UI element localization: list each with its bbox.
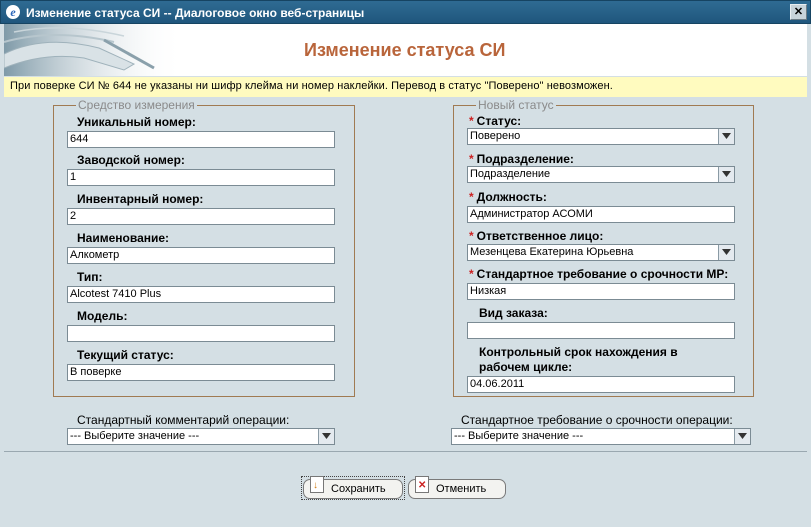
position-label: * Должность: — [469, 190, 547, 204]
save-doc-icon: ↓ — [310, 476, 324, 493]
division-label: * Подразделение: — [469, 152, 574, 166]
name-label: Наименование: — [77, 231, 170, 245]
close-button[interactable]: ✕ — [790, 4, 807, 20]
chevron-down-icon[interactable] — [718, 167, 734, 182]
warning-message: При поверке СИ № 644 не указаны ни шифр … — [4, 77, 807, 97]
comment-label: Стандартный комментарий операции: — [77, 413, 290, 427]
required-mark: * — [469, 190, 474, 204]
name-field[interactable]: Алкометр — [67, 247, 335, 264]
chevron-down-icon[interactable] — [734, 429, 750, 444]
unique-number-label: Уникальный номер: — [77, 115, 196, 129]
deadline-label-line1: Контрольный срок нахождения в — [479, 345, 678, 359]
urgency-label: * Стандартное требование о срочности МР: — [469, 267, 729, 281]
window-title: Изменение статуса СИ -- Диалоговое окно … — [26, 6, 365, 20]
current-status-field[interactable]: В поверке — [67, 364, 335, 381]
serial-number-label: Заводской номер: — [77, 153, 185, 167]
chevron-down-icon[interactable] — [718, 245, 734, 260]
comment-select[interactable]: --- Выберите значение --- — [67, 428, 335, 445]
model-field[interactable] — [67, 325, 335, 342]
inventory-number-field[interactable]: 2 — [67, 208, 335, 225]
responsible-select-value: Мезенцева Екатерина Юрьевна — [470, 246, 634, 258]
order-type-label: Вид заказа: — [479, 306, 548, 320]
cancel-button-label: Отменить — [436, 483, 487, 495]
page-title: Изменение статуса СИ — [304, 40, 506, 60]
chevron-down-icon[interactable] — [718, 129, 734, 144]
urgency-field[interactable]: Низкая — [467, 283, 735, 300]
op-urgency-label: Стандартное требование о срочности опера… — [461, 413, 733, 427]
division-select-value: Подразделение — [470, 168, 551, 180]
status-label: * Статус: — [469, 114, 522, 128]
unique-number-field[interactable]: 644 — [67, 131, 335, 148]
status-select-value: Поверено — [470, 130, 521, 142]
cancel-button[interactable]: ✕ Отменить — [408, 476, 506, 499]
comment-select-value: --- Выберите значение --- — [70, 430, 200, 442]
footer-divider — [4, 451, 807, 452]
header-decoration-image — [4, 24, 184, 76]
status-select[interactable]: Поверено — [467, 128, 735, 145]
save-button[interactable]: ↓ Сохранить — [303, 476, 403, 499]
op-urgency-select-value: --- Выберите значение --- — [454, 430, 584, 442]
header-banner: Изменение статуса СИ — [4, 24, 807, 76]
deadline-field[interactable]: 04.06.2011 — [467, 376, 735, 393]
required-mark: * — [469, 229, 474, 243]
required-mark: * — [469, 114, 474, 128]
chevron-down-icon[interactable] — [318, 429, 334, 444]
type-label: Тип: — [77, 270, 103, 284]
division-select[interactable]: Подразделение — [467, 166, 735, 183]
model-label: Модель: — [77, 309, 128, 323]
current-status-label: Текущий статус: — [77, 348, 174, 362]
window-titlebar: e Изменение статуса СИ -- Диалоговое окн… — [0, 0, 811, 24]
ie-icon: e — [6, 5, 20, 19]
deadline-label-line2: рабочем цикле: — [479, 360, 573, 374]
required-mark: * — [469, 267, 474, 281]
new-status-legend: Новый статус — [476, 98, 556, 112]
serial-number-field[interactable]: 1 — [67, 169, 335, 186]
save-button-label: Сохранить — [331, 483, 386, 495]
type-field[interactable]: Alcotest 7410 Plus — [67, 286, 335, 303]
order-type-field[interactable] — [467, 322, 735, 339]
responsible-label: * Ответственное лицо: — [469, 229, 604, 243]
required-mark: * — [469, 152, 474, 166]
responsible-select[interactable]: Мезенцева Екатерина Юрьевна — [467, 244, 735, 261]
position-field[interactable]: Администратор АСОМИ — [467, 206, 735, 223]
inventory-number-label: Инвентарный номер: — [77, 192, 204, 206]
op-urgency-select[interactable]: --- Выберите значение --- — [451, 428, 751, 445]
instrument-legend: Средство измерения — [76, 98, 197, 112]
cancel-doc-icon: ✕ — [415, 476, 429, 493]
